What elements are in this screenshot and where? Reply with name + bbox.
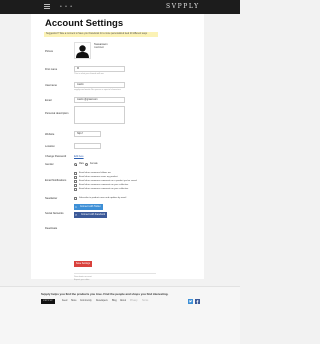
description-textarea[interactable] — [74, 106, 125, 124]
footer-link-privacy[interactable]: Privacy — [130, 300, 138, 303]
notify-comment-collection-checkbox[interactable] — [74, 184, 77, 187]
notify-save-checkbox[interactable] — [74, 176, 77, 179]
settings-card — [31, 14, 204, 279]
notify-follow-label: Email when someone follows me — [79, 172, 111, 174]
website-label: Website — [45, 133, 55, 136]
footer-link-about[interactable]: About — [120, 300, 126, 303]
avatar-silhouette-icon — [76, 45, 89, 58]
gender-female-label: Female — [90, 163, 98, 165]
connect-twitter-button[interactable]: Connect with Twitter — [74, 204, 103, 210]
email-notifications-label: Email Notifications — [45, 179, 67, 182]
notify-comment-collection-label: Email when someone comments on your coll… — [79, 184, 129, 186]
top-navbar: • • • SVPPLY — [0, 0, 240, 14]
save-settings-button[interactable]: Save Settings — [74, 261, 92, 267]
username-field[interactable]: martin — [74, 82, 125, 88]
facebook-icon[interactable] — [195, 299, 200, 304]
gender-female-radio[interactable] — [85, 163, 88, 166]
footer-link-blog[interactable]: Blog — [112, 300, 117, 303]
notify-follow-checkbox[interactable] — [74, 172, 77, 175]
avatar[interactable] — [74, 42, 91, 59]
newsletter-label: Newsletter — [45, 197, 58, 200]
footer-link-community[interactable]: Community — [80, 300, 92, 303]
first-name-label: First name — [45, 68, 58, 71]
gender-male-radio[interactable] — [74, 163, 77, 166]
menu-icon[interactable] — [44, 4, 50, 9]
first-name-hint: This is what your friends will see — [74, 73, 104, 75]
change-password-label: Change Password — [45, 155, 67, 158]
gender-male-label: Male — [79, 163, 84, 165]
footer-link-feed[interactable]: Feed — [62, 300, 67, 303]
newsletter-checkbox[interactable] — [74, 197, 77, 200]
notice-banner: Suggestion? Take a moment to Save your F… — [44, 32, 158, 37]
footer-link-terms[interactable]: Terms — [142, 300, 148, 303]
email-label: Email — [45, 99, 52, 102]
nav-dots[interactable]: • • • — [60, 4, 73, 10]
footer-tagline: Svpply helps you find the products you l… — [41, 292, 169, 296]
footer-link-developers[interactable]: Developers — [96, 300, 108, 303]
email-field[interactable]: martin @gmail.com — [74, 97, 125, 103]
account-links: Deactivate account Export your data — [74, 276, 92, 282]
notify-comment-collection-2-label: Email when someone comments on your coll… — [79, 188, 129, 190]
location-field[interactable] — [74, 143, 101, 149]
connect-facebook-button[interactable]: Connect with Facebook — [74, 212, 108, 218]
footer-link-store[interactable]: Store — [71, 300, 77, 303]
social-networks-label: Social Networks — [45, 212, 64, 215]
notify-save-label: Email when someone saves my product — [79, 176, 118, 178]
username-hint: svpply.com/martin No spaces or special c… — [74, 89, 121, 91]
export-data-link[interactable]: Export your data — [74, 279, 92, 282]
profile-username: martintetr — [94, 46, 105, 49]
footer-logo[interactable]: SVPPLY — [41, 299, 55, 304]
divider — [74, 273, 156, 274]
username-label: Username — [45, 84, 57, 87]
gender-label: Gender — [45, 163, 54, 166]
newsletter-text: Subscribe to product news and updates by… — [79, 197, 127, 199]
description-label: Personal description — [45, 112, 69, 115]
first-name-field[interactable]: M — [74, 66, 125, 72]
notify-comment-collection-2-checkbox[interactable] — [74, 188, 77, 191]
twitter-icon[interactable] — [188, 299, 193, 304]
deactivate-label: Deactivate — [45, 227, 58, 230]
picture-label: Picture — [45, 50, 54, 53]
location-label: Location — [45, 145, 55, 148]
edit-password-link[interactable]: Edit here — [74, 155, 84, 158]
page-title: Account Settings — [45, 18, 124, 29]
notify-comment-product-checkbox[interactable] — [74, 180, 77, 183]
notify-comment-product-label: Email when someone comments on a product… — [79, 180, 137, 182]
brand-logo[interactable]: SVPPLY — [166, 3, 200, 11]
website-field[interactable]: http:// — [74, 131, 101, 137]
